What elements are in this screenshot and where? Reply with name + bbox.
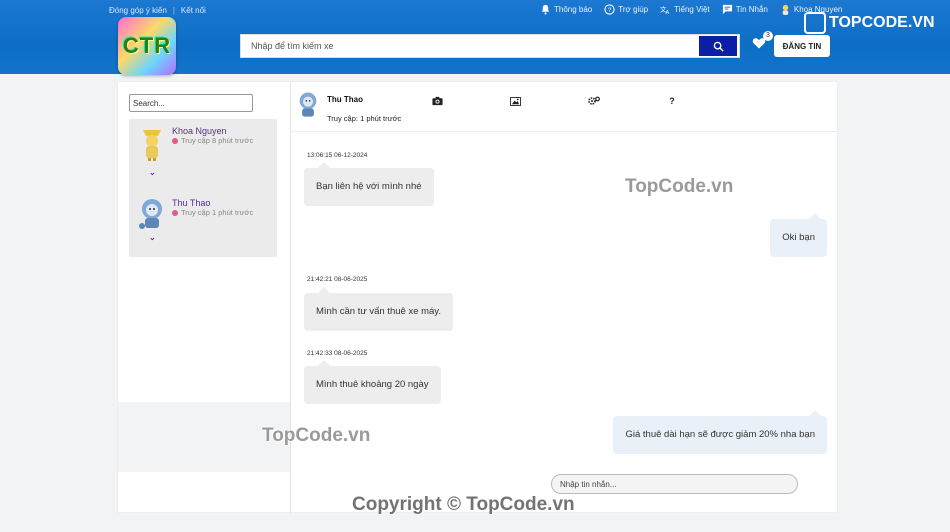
contact-item[interactable]: Khoa Nguyen Truy cập 8 phút trước ⌄ <box>129 119 277 189</box>
link-separator: | <box>172 6 175 15</box>
help-label: Trợ giúp <box>618 5 649 14</box>
search-icon <box>713 41 724 52</box>
contact-status: Truy cập 8 phút trước <box>172 136 253 145</box>
search-button[interactable] <box>699 36 737 56</box>
notifications-link[interactable]: Thông báo <box>540 4 592 15</box>
contact-list: Khoa Nguyen Truy cập 8 phút trước ⌄ Thu … <box>129 119 277 257</box>
topcode-logo-mark <box>804 12 826 34</box>
settings-icon[interactable] <box>588 95 600 107</box>
chat-header: Thu Thao Truy cập: 1 phút trước ? <box>291 82 839 132</box>
favorites-count-badge: 3 <box>763 31 773 41</box>
contact-name: Thu Thao <box>172 198 211 208</box>
message-input[interactable] <box>551 474 798 494</box>
contact-status-text: Truy cập 1 phút trước <box>181 208 254 217</box>
help-icon: ? <box>604 4 615 15</box>
post-listing-button[interactable]: ĐĂNG TIN <box>774 35 830 57</box>
message-bubble-sent: Giá thuê dài hạn sẽ được giảm 20% nha bạ… <box>613 410 827 454</box>
message-timestamp: 21:42:21 08-06-2025 <box>307 276 368 283</box>
contact-item[interactable]: Thu Thao Truy cập 1 phút trước ⌄ <box>129 191 277 261</box>
message-timestamp: 13:06:15 06-12-2024 <box>307 152 368 159</box>
notifications-label: Thông báo <box>554 5 593 14</box>
chevron-down-icon[interactable]: ⌄ <box>149 168 156 177</box>
watermark-text: TopCode.vn <box>262 425 371 446</box>
site-logo[interactable]: CTR <box>118 17 176 75</box>
topcode-logo-text: TOPCODE.VN <box>829 14 935 31</box>
contact-avatar <box>139 199 162 229</box>
contact-search-input[interactable] <box>129 94 253 112</box>
contacts-sidebar: Khoa Nguyen Truy cập 8 phút trước ⌄ Thu … <box>118 82 290 402</box>
svg-text:A: A <box>666 10 670 15</box>
topcode-logo: TOPCODE.VN <box>804 12 935 34</box>
messages-link[interactable]: Tin Nhắn <box>722 4 768 15</box>
language-link[interactable]: 文A Tiếng Việt <box>660 4 710 15</box>
messages-label: Tin Nhắn <box>735 5 768 14</box>
translate-icon: 文A <box>660 4 670 15</box>
status-dot <box>172 209 178 216</box>
contact-avatar <box>143 130 161 161</box>
contact-status-text: Truy cập 8 phút trước <box>181 136 254 145</box>
contact-avatar <box>299 92 317 117</box>
contact-name: Khoa Nguyen <box>172 126 227 136</box>
message-bubble-received: Bạn liên hệ với mình nhé <box>304 162 434 206</box>
site-logo-text: CTR <box>122 33 172 58</box>
user-avatar-icon <box>782 4 789 15</box>
chevron-down-icon[interactable]: ⌄ <box>149 233 156 242</box>
message-timestamp: 21:42:33 08-06-2025 <box>307 350 368 357</box>
search-input[interactable] <box>241 35 699 57</box>
message-icon <box>722 4 732 15</box>
language-label: Tiếng Việt <box>674 5 710 14</box>
svg-text:?: ? <box>608 7 612 14</box>
chat-contact-status: Truy cập: 1 phút trước <box>327 114 402 123</box>
contact-status: Truy cập 1 phút trước <box>172 208 253 217</box>
help-link[interactable]: ? Trợ giúp <box>604 4 648 15</box>
message-bubble-received: Mình thuê khoảng 20 ngày <box>304 360 441 404</box>
message-area: 13:06:15 06-12-2024 Bạn liên hệ với mình… <box>291 132 839 514</box>
camera-icon[interactable] <box>431 95 443 107</box>
feedback-link[interactable]: Đóng góp ý kiến <box>109 6 167 15</box>
top-links: Đóng góp ý kiến | Kết nối <box>109 6 206 15</box>
chat-panel: Khoa Nguyen Truy cập 8 phút trước ⌄ Thu … <box>117 81 839 514</box>
bell-icon <box>541 4 550 15</box>
watermark-text: TopCode.vn <box>625 176 734 197</box>
image-icon[interactable] <box>509 95 521 107</box>
status-dot <box>172 137 178 144</box>
message-bubble-sent: Oki bạn <box>770 213 827 257</box>
search-bar <box>240 34 740 58</box>
connect-link[interactable]: Kết nối <box>181 6 206 15</box>
help-question-icon[interactable]: ? <box>666 95 678 107</box>
copyright-watermark: Copyright © TopCode.vn <box>352 494 575 515</box>
chat-contact-name: Thu Thao <box>327 95 363 104</box>
message-bubble-received: Mình cần tư vấn thuê xe máy. <box>304 287 453 331</box>
header-right-links: Thông báo ? Trợ giúp 文A Tiếng Việt Tin N… <box>540 4 842 15</box>
